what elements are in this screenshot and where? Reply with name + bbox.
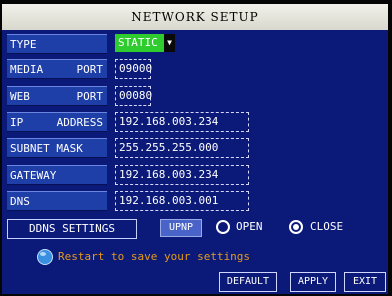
default-button[interactable]: DEFAULT xyxy=(219,272,277,292)
dns-label: DNS xyxy=(7,191,107,211)
media-port-label-b: PORT xyxy=(76,63,104,76)
restart-message: Restart to save your settings xyxy=(58,250,251,263)
apply-button[interactable]: APPLY xyxy=(290,272,336,292)
web-port-label-b: PORT xyxy=(76,90,104,103)
upnp-open-label: OPEN xyxy=(236,220,263,233)
gateway-label-text: GATEWAY xyxy=(10,169,57,182)
dns-input[interactable]: 192.168.003.001 xyxy=(115,191,249,211)
exit-button[interactable]: EXIT xyxy=(344,272,386,292)
web-port-label: WEB PORT xyxy=(7,86,107,106)
upnp-open-radio[interactable] xyxy=(216,220,230,234)
upnp-label: UPNP xyxy=(160,219,202,237)
ddns-settings-button[interactable]: DDNS SETTINGS xyxy=(7,219,137,239)
media-port-input[interactable]: 09000 xyxy=(115,59,152,79)
gateway-input[interactable]: 192.168.003.234 xyxy=(115,165,249,185)
window-title: NETWORK SETUP xyxy=(2,4,388,30)
ip-address-input[interactable]: 192.168.003.234 xyxy=(115,112,249,132)
ip-address-label: IP ADDRESS xyxy=(7,112,107,132)
triangle-down-icon: ▼ xyxy=(164,34,175,52)
info-icon xyxy=(37,249,53,265)
type-label: TYPE xyxy=(7,34,107,54)
ip-address-label-b: ADDRESS xyxy=(56,116,103,129)
subnet-mask-label: SUBNET MASK xyxy=(7,138,107,158)
dns-label-text: DNS xyxy=(10,195,30,208)
upnp-close-label: CLOSE xyxy=(310,220,344,233)
network-setup-screen: NETWORK SETUP TYPE STATIC ▼ MEDIA PORT 0… xyxy=(0,0,392,296)
gateway-label: GATEWAY xyxy=(7,165,107,185)
media-port-label: MEDIA PORT xyxy=(7,59,107,79)
ip-address-label-a: IP xyxy=(10,116,24,129)
subnet-mask-input[interactable]: 255.255.255.000 xyxy=(115,138,249,158)
media-port-label-a: MEDIA xyxy=(10,63,44,76)
type-label-text: TYPE xyxy=(10,38,37,51)
web-port-label-a: WEB xyxy=(10,90,30,103)
web-port-input[interactable]: 00080 xyxy=(115,86,152,106)
upnp-close-radio[interactable] xyxy=(289,220,303,234)
subnet-mask-label-text: SUBNET MASK xyxy=(10,142,83,155)
type-value: STATIC xyxy=(118,36,158,49)
type-dropdown[interactable]: STATIC ▼ xyxy=(115,34,175,52)
